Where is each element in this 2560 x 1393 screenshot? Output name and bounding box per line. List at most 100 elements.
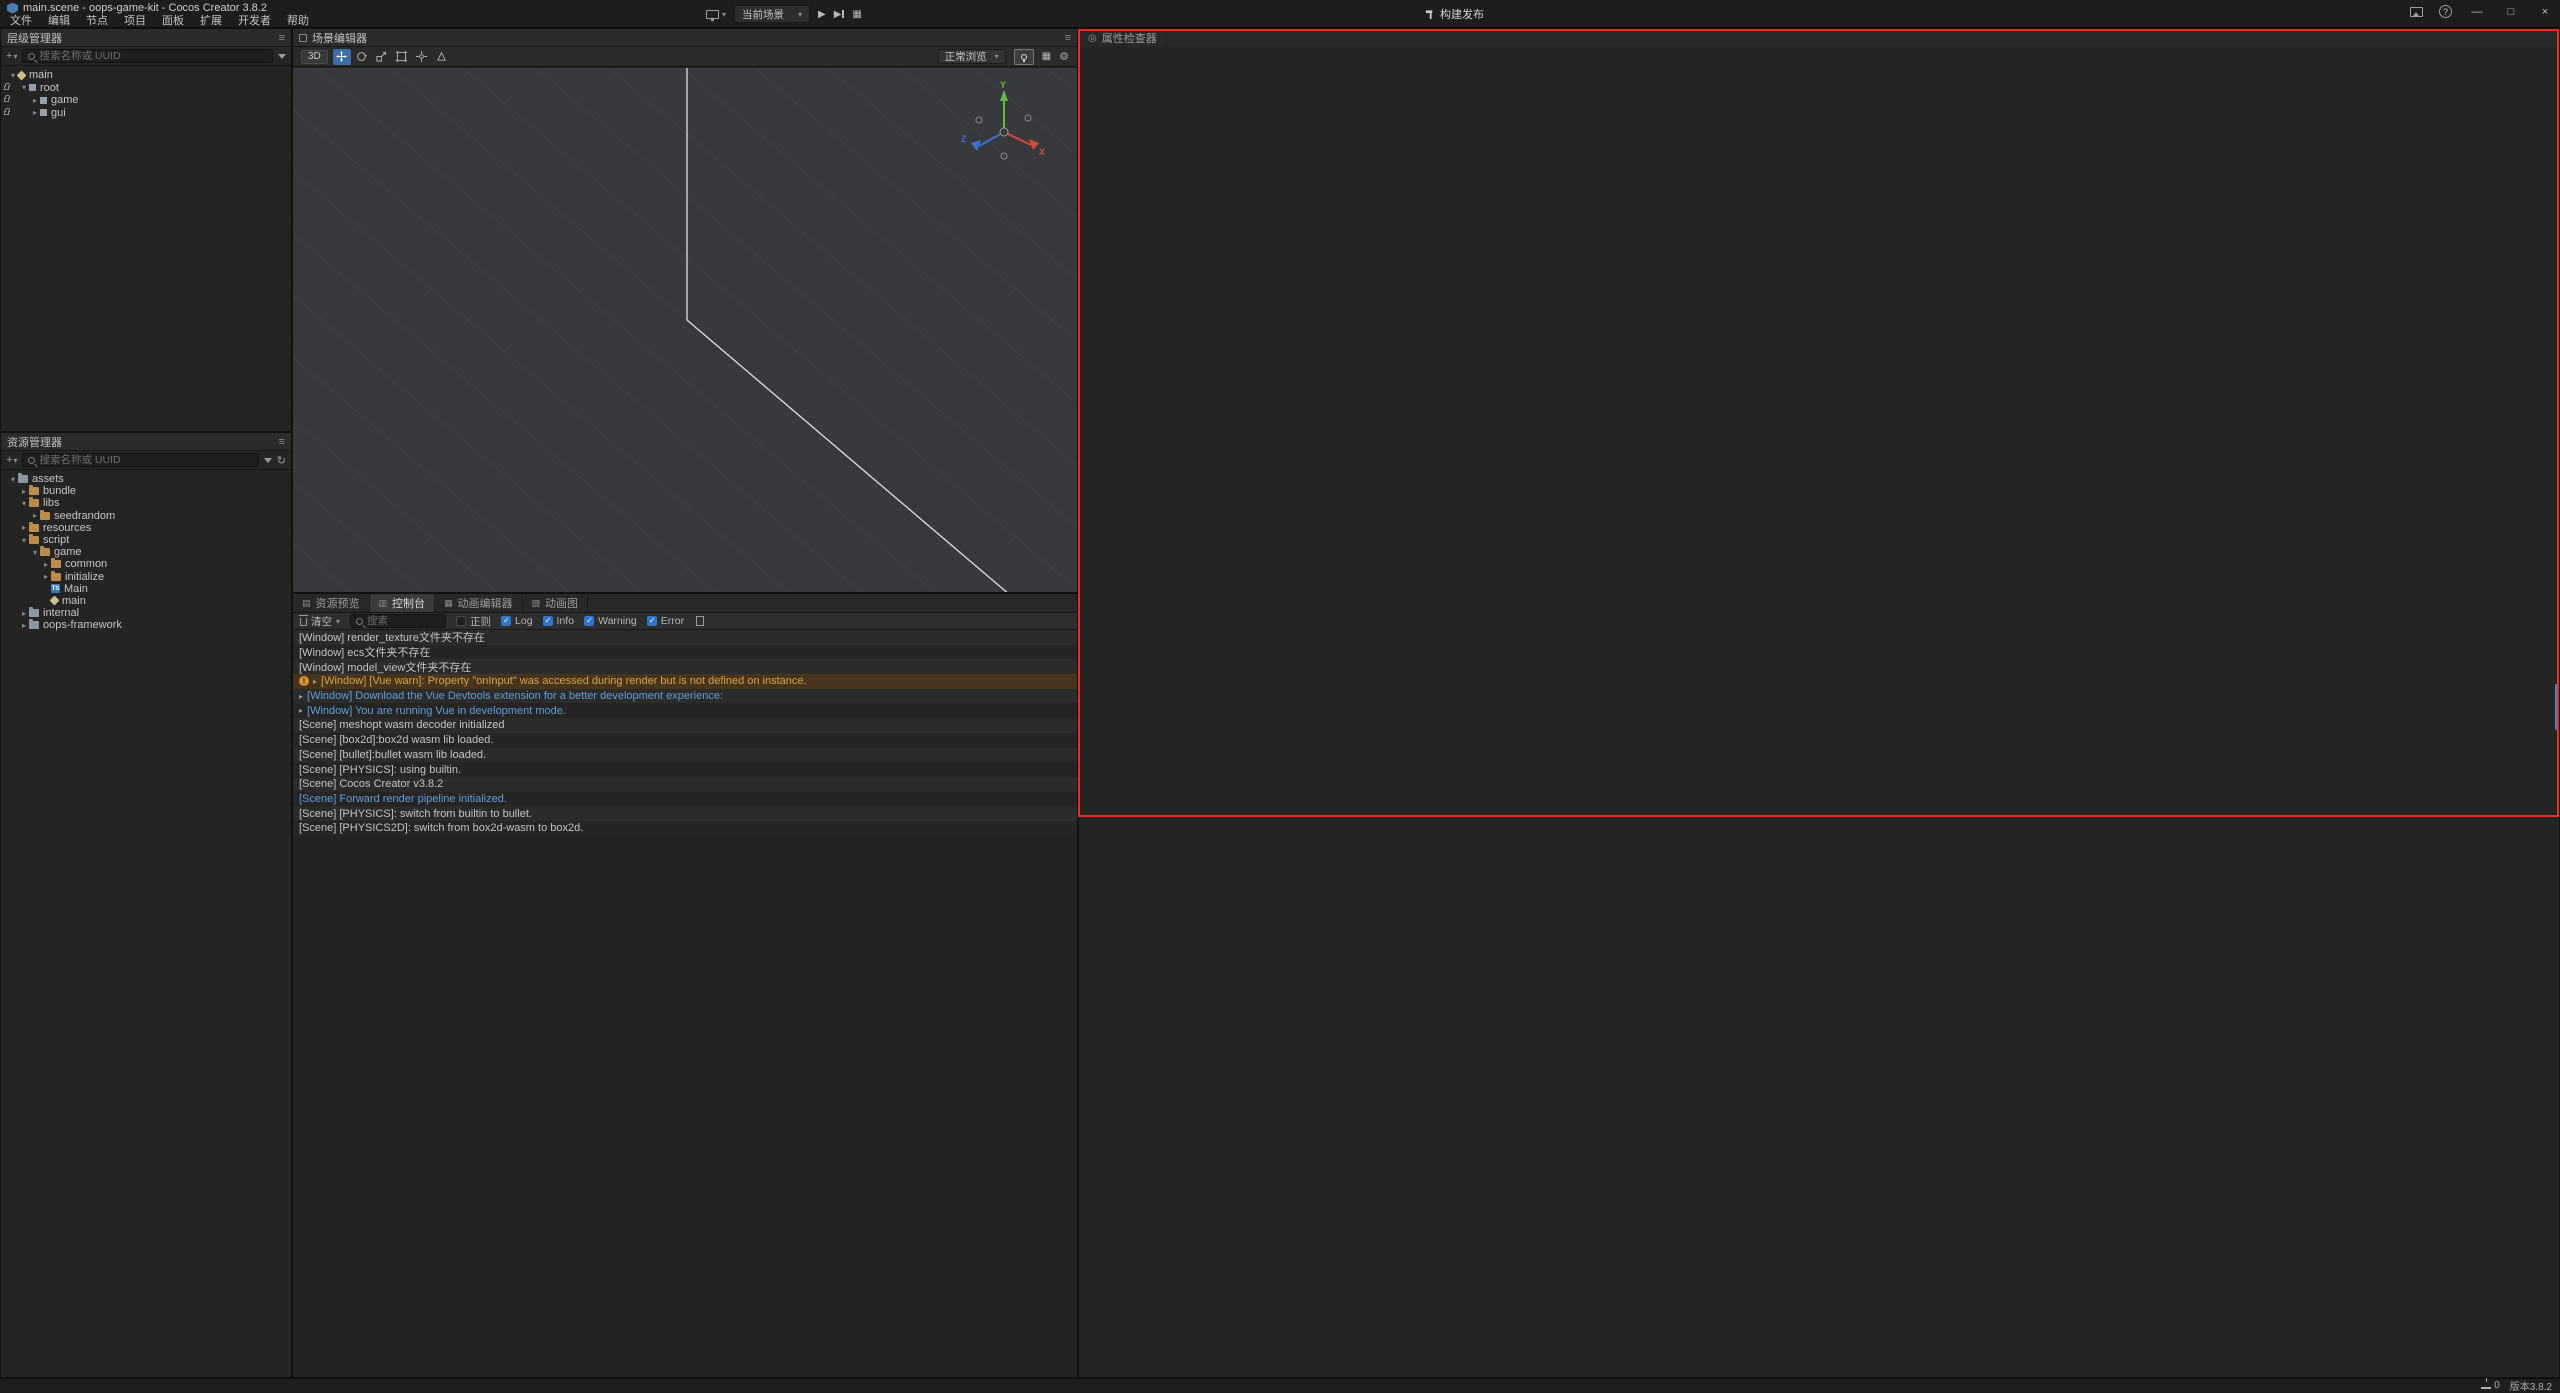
clear-console-button[interactable]: 清空 ▾ xyxy=(300,614,340,629)
asset-seedrandom[interactable]: ▸seedrandom xyxy=(1,510,291,522)
asset-main[interactable]: main xyxy=(1,595,291,607)
filter-error[interactable]: Error xyxy=(647,615,684,627)
menu-item[interactable]: 面板 xyxy=(154,14,192,28)
menu-item[interactable]: 开发者 xyxy=(230,14,279,28)
maximize-button[interactable]: □ xyxy=(2502,6,2520,18)
add-node-button[interactable]: +▾ xyxy=(6,50,17,62)
chevron-down-icon[interactable]: ▾ xyxy=(19,499,29,508)
console-tab-4[interactable]: ▧动画图 xyxy=(523,594,589,612)
chevron-right-icon[interactable]: ▸ xyxy=(41,560,51,569)
scrollbar-thumb[interactable] xyxy=(2555,684,2558,730)
asset-oops-framework[interactable]: ▸oops-framework xyxy=(1,619,291,631)
console-tab-2[interactable]: ▥控制台 xyxy=(370,594,436,612)
assets-search-box[interactable] xyxy=(22,453,258,467)
console-tab-3[interactable]: ▦动画编辑器 xyxy=(435,594,523,612)
log-row[interactable]: !▸[Window] [Vue warn]: Property "onInput… xyxy=(293,674,1077,689)
node-root[interactable]: ▾root xyxy=(1,82,291,95)
menu-item[interactable]: 编辑 xyxy=(40,14,78,28)
chevron-right-icon[interactable]: ▸ xyxy=(30,108,40,117)
asset-common[interactable]: ▸common xyxy=(1,558,291,570)
assets-search-input[interactable] xyxy=(39,454,252,466)
filter-icon[interactable] xyxy=(278,54,286,59)
chevron-right-icon[interactable]: ▸ xyxy=(313,677,317,686)
hierarchy-search-input[interactable] xyxy=(39,50,267,62)
pivot-tool[interactable] xyxy=(413,49,431,65)
space-tool[interactable] xyxy=(433,49,451,65)
menu-item[interactable]: 文件 xyxy=(2,14,40,28)
menu-item[interactable]: 项目 xyxy=(116,14,154,28)
task-counter[interactable]: 0 xyxy=(2481,1380,2500,1391)
console-tab-1[interactable]: ▤资源预览 xyxy=(293,594,370,612)
step-button[interactable]: ▶ xyxy=(834,9,845,20)
chevron-right-icon[interactable]: ▸ xyxy=(19,523,29,532)
panel-menu-icon[interactable]: ≡ xyxy=(279,436,285,448)
asset-bundle[interactable]: ▸bundle xyxy=(1,485,291,497)
chevron-right-icon[interactable]: ▸ xyxy=(30,511,40,520)
chevron-down-icon[interactable]: ▾ xyxy=(19,536,29,545)
hierarchy-search-box[interactable] xyxy=(22,49,273,63)
node-game[interactable]: ▸game xyxy=(1,94,291,107)
asset-script[interactable]: ▾script xyxy=(1,534,291,546)
asset-internal[interactable]: ▸internal xyxy=(1,607,291,619)
scale-tool[interactable] xyxy=(373,49,391,65)
chevron-down-icon[interactable]: ▾ xyxy=(8,475,18,484)
asset-initialize[interactable]: ▸initialize xyxy=(1,571,291,583)
menu-item[interactable]: 帮助 xyxy=(279,14,317,28)
orientation-gizmo[interactable]: Y X Z xyxy=(959,80,1049,170)
toggle-3d-button[interactable]: 3D xyxy=(301,50,328,64)
close-button[interactable]: × xyxy=(2536,6,2554,18)
play-button[interactable]: ▶ xyxy=(818,9,826,20)
filter-info[interactable]: Info xyxy=(543,615,575,627)
view-mode-select[interactable]: 正常浏览 ▾ xyxy=(938,49,1006,64)
chevron-right-icon[interactable]: ▸ xyxy=(19,609,29,618)
log-row[interactable]: [Scene] Forward render pipeline initiali… xyxy=(293,792,1077,807)
chevron-down-icon[interactable]: ▾ xyxy=(30,548,40,557)
asset-libs[interactable]: ▾libs xyxy=(1,497,291,509)
scene-grid-button[interactable]: ▦ xyxy=(1042,51,1051,62)
log-row[interactable]: [Window] render_texture文件夹不存在 xyxy=(293,630,1077,645)
log-row[interactable]: [Scene] [box2d]:box2d wasm lib loaded. xyxy=(293,733,1077,748)
panel-menu-icon[interactable]: ≡ xyxy=(279,32,285,44)
panel-menu-icon[interactable]: ≡ xyxy=(1065,32,1071,44)
asset-Main[interactable]: Main xyxy=(1,583,291,595)
scene-select[interactable]: 当前场景 ▾ xyxy=(734,5,810,23)
menu-item[interactable]: 节点 xyxy=(78,14,116,28)
move-tool[interactable] xyxy=(333,49,351,65)
add-asset-button[interactable]: +▾ xyxy=(6,454,17,466)
node-main[interactable]: ▾main xyxy=(1,69,291,82)
screenshot-icon[interactable] xyxy=(2410,7,2423,17)
filter-log[interactable]: Log xyxy=(501,615,533,627)
asset-resources[interactable]: ▸resources xyxy=(1,522,291,534)
asset-assets[interactable]: ▾assets xyxy=(1,473,291,485)
light-toggle-button[interactable] xyxy=(1014,49,1034,65)
log-row[interactable]: [Scene] [PHYSICS2D]: switch from box2d-w… xyxy=(293,821,1077,836)
regex-checkbox[interactable]: 正则 xyxy=(456,614,491,629)
preview-device-button[interactable]: ▾ xyxy=(706,10,726,19)
preview-grid-button[interactable]: ▦ xyxy=(852,9,861,20)
log-row[interactable]: [Window] model_view文件夹不存在 xyxy=(293,659,1077,674)
asset-game[interactable]: ▾game xyxy=(1,546,291,558)
chevron-right-icon[interactable]: ▸ xyxy=(299,692,303,701)
filter-icon[interactable] xyxy=(264,458,272,463)
log-row[interactable]: [Scene] [PHYSICS]: using builtin. xyxy=(293,762,1077,777)
chevron-right-icon[interactable]: ▸ xyxy=(19,621,29,630)
console-search-input[interactable] xyxy=(367,615,440,627)
log-row[interactable]: [Scene] Cocos Creator v3.8.2 xyxy=(293,777,1077,792)
node-gui[interactable]: ▸gui xyxy=(1,107,291,120)
chevron-down-icon[interactable]: ▾ xyxy=(19,83,29,92)
scene-viewport[interactable]: Y X Z xyxy=(293,68,1077,592)
tab-inspector[interactable]: ◎属性检查器 xyxy=(1079,29,1167,47)
log-row[interactable]: [Scene] [bullet]:bullet wasm lib loaded. xyxy=(293,748,1077,763)
chevron-right-icon[interactable]: ▸ xyxy=(19,487,29,496)
chevron-right-icon[interactable]: ▸ xyxy=(30,96,40,105)
chevron-right-icon[interactable]: ▸ xyxy=(299,706,303,715)
rect-tool[interactable] xyxy=(393,49,411,65)
console-search-box[interactable] xyxy=(350,614,446,628)
log-row[interactable]: [Scene] meshopt wasm decoder initialized xyxy=(293,718,1077,733)
log-row[interactable]: [Window] ecs文件夹不存在 xyxy=(293,645,1077,660)
export-log-icon[interactable] xyxy=(696,616,704,626)
log-row[interactable]: ▸[Window] You are running Vue in develop… xyxy=(293,703,1077,718)
help-icon[interactable]: ? xyxy=(2439,5,2452,18)
log-row[interactable]: ▸[Window] Download the Vue Devtools exte… xyxy=(293,689,1077,704)
refresh-icon[interactable]: ↻ xyxy=(277,454,286,467)
